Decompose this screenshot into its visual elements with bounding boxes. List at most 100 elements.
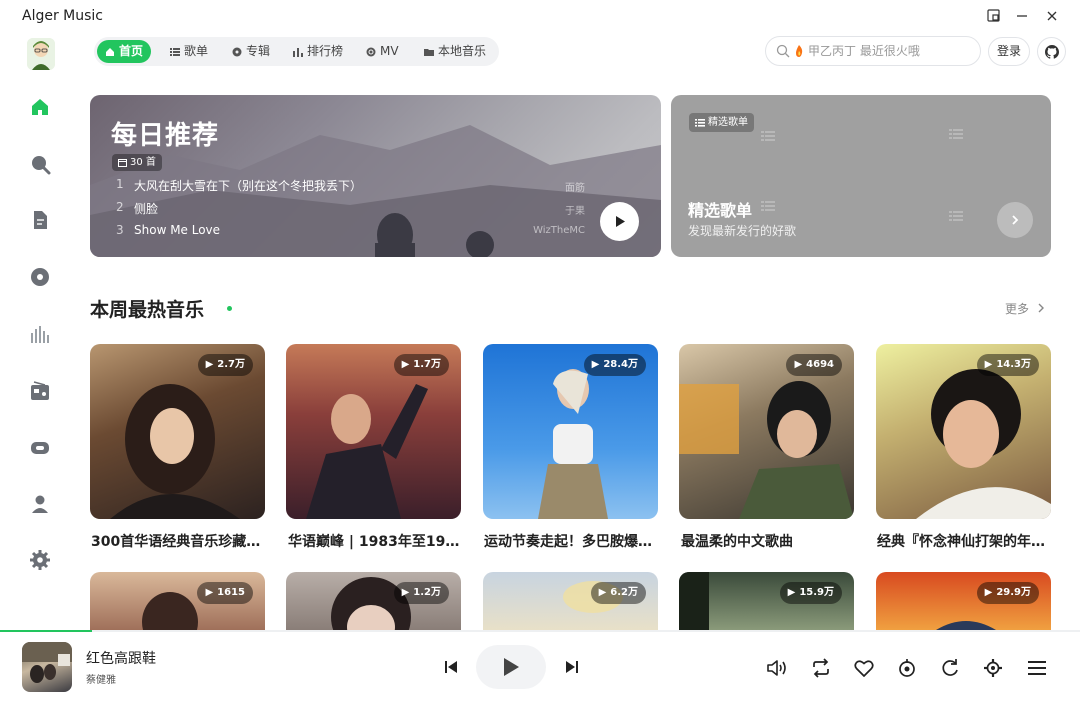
play-count-badge: ▶ 1.2万 xyxy=(393,582,449,604)
playlist-title[interactable]: 最温柔的中文歌曲 xyxy=(681,531,859,551)
playlist-card[interactable]: ▶ 28.4万 xyxy=(483,344,658,519)
tab-albums[interactable]: 专辑 xyxy=(224,40,278,63)
mini-mode-icon[interactable] xyxy=(982,8,1004,28)
more-link[interactable]: 更多 xyxy=(1005,300,1045,317)
equalizer-icon[interactable] xyxy=(28,322,52,346)
playlist-title[interactable]: 运动节奏走起！多巴胺爆… xyxy=(484,531,662,551)
play-count-badge: ▶ 4694 xyxy=(786,354,842,376)
tab-mv[interactable]: MV xyxy=(358,40,407,63)
radio-icon[interactable] xyxy=(28,379,52,403)
playlist-card[interactable]: ▶ 29.9万 xyxy=(876,572,1051,630)
sound-effect-button[interactable] xyxy=(895,656,919,680)
playlist-card[interactable]: ▶ 1615 xyxy=(90,572,265,630)
tab-label: 专辑 xyxy=(246,44,271,58)
play-count-badge: ▶ 6.2万 xyxy=(590,582,646,604)
github-icon[interactable] xyxy=(1037,37,1066,66)
tab-local-music[interactable]: 本地音乐 xyxy=(416,40,494,63)
calendar-icon xyxy=(118,159,127,167)
repeat-button[interactable] xyxy=(809,656,833,680)
volume-button[interactable] xyxy=(765,656,789,680)
heart-icon xyxy=(854,660,874,677)
track-count-badge: 30 首 xyxy=(112,154,162,171)
minimize-icon[interactable] xyxy=(1011,8,1033,28)
mv-icon xyxy=(366,47,376,56)
play-count-badge: ▶ 1615 xyxy=(197,582,253,604)
daily-track-row[interactable]: 1 大风在刮大雪在下（别在这个冬把我丢下） xyxy=(116,177,362,194)
daily-track-row[interactable]: 2 侧脸 xyxy=(116,200,158,217)
play-count-badge: ▶ 2.7万 xyxy=(197,354,253,376)
fire-icon xyxy=(796,44,803,57)
playlist-card[interactable]: ▶ 4694 xyxy=(679,344,854,519)
playlist-card[interactable]: ▶ 14.3万 xyxy=(876,344,1051,519)
playlist-menu-button[interactable] xyxy=(1025,656,1049,680)
playlist-card[interactable]: ▶ 6.2万 xyxy=(483,572,658,630)
skip-next-icon xyxy=(566,661,578,673)
picked-title: 精选歌单 xyxy=(688,201,753,220)
track-count: 30 首 xyxy=(130,157,156,168)
more-label: 更多 xyxy=(1005,302,1030,316)
close-icon[interactable] xyxy=(1041,8,1063,28)
now-playing-cover[interactable] xyxy=(22,642,72,692)
tab-label: 排行榜 xyxy=(307,44,344,58)
play-count-badge: ▶ 15.9万 xyxy=(779,582,842,604)
tab-home[interactable]: 首页 xyxy=(97,40,152,63)
list-icon xyxy=(170,47,180,56)
picked-playlist-card[interactable]: 精选歌单 精选歌单 发现最新发行的好歌 xyxy=(671,95,1051,257)
settings-icon[interactable] xyxy=(28,548,52,572)
user-icon[interactable] xyxy=(28,492,52,516)
daily-recommend-card[interactable]: 每日推荐 30 首 1 大风在刮大雪在下（别在这个冬把我丢下） 面筋 2 侧脸 … xyxy=(90,95,661,257)
menu-icon xyxy=(1028,661,1046,675)
play-count: 14.3万 xyxy=(996,359,1031,370)
track-name: 侧脸 xyxy=(134,202,159,216)
fm-icon xyxy=(899,659,915,677)
avatar[interactable] xyxy=(27,38,55,70)
now-playing-artist[interactable]: 蔡健雅 xyxy=(86,671,116,686)
like-button[interactable] xyxy=(852,656,876,680)
search-box[interactable] xyxy=(765,36,981,66)
picked-open-button[interactable] xyxy=(997,202,1033,238)
search-icon[interactable] xyxy=(28,152,52,176)
list-icon xyxy=(949,129,963,139)
playlist-card[interactable]: ▶ 1.7万 xyxy=(286,344,461,519)
play-count: 28.4万 xyxy=(603,359,638,370)
play-count: 2.7万 xyxy=(217,359,245,370)
play-count-badge: ▶ 1.7万 xyxy=(393,354,449,376)
chevron-right-icon xyxy=(1038,303,1044,313)
phone-icon[interactable] xyxy=(28,435,52,459)
folder-icon xyxy=(424,48,434,56)
play-count-badge: ▶ 28.4万 xyxy=(583,354,646,376)
playlist-title[interactable]: 300首华语经典音乐珍藏… xyxy=(91,531,269,551)
playlist-title[interactable]: 经典『怀念神仙打架的年… xyxy=(877,531,1055,551)
playlist-card[interactable]: ▶ 1.2万 xyxy=(286,572,461,630)
list-icon xyxy=(761,201,775,211)
top-nav: 首页 歌单 专辑 排行榜 MV 本地音乐 xyxy=(94,37,499,66)
tab-playlists[interactable]: 歌单 xyxy=(162,40,216,63)
picked-badge-label: 精选歌单 xyxy=(708,117,748,128)
playlist-title[interactable]: 华语巅峰 | 1983年至199… xyxy=(288,531,466,551)
tab-label: MV xyxy=(380,44,399,58)
home-icon[interactable] xyxy=(28,95,52,119)
track-artist: 面筋 xyxy=(565,183,585,194)
track-name: Show Me Love xyxy=(134,223,221,237)
playlist-card[interactable]: ▶ 2.7万 xyxy=(90,344,265,519)
playlist-card[interactable]: ▶ 15.9万 xyxy=(679,572,854,630)
daily-track-row[interactable]: 3 Show Me Love xyxy=(116,223,220,237)
document-icon[interactable] xyxy=(28,208,52,232)
player-settings-button[interactable] xyxy=(981,656,1005,680)
refresh-button[interactable] xyxy=(938,656,962,680)
now-playing-title[interactable]: 红色高跟鞋 xyxy=(86,648,156,668)
play-button[interactable] xyxy=(476,645,546,689)
chart-icon xyxy=(293,47,303,57)
disc-icon[interactable] xyxy=(28,265,52,289)
play-count: 15.9万 xyxy=(799,587,834,598)
play-count-badge: ▶ 29.9万 xyxy=(976,582,1039,604)
home-icon xyxy=(106,47,114,56)
next-button[interactable] xyxy=(561,656,583,678)
track-number: 3 xyxy=(116,223,124,237)
tab-charts[interactable]: 排行榜 xyxy=(285,40,351,63)
search-input[interactable] xyxy=(808,44,958,58)
login-button[interactable]: 登录 xyxy=(988,37,1030,66)
previous-button[interactable] xyxy=(440,656,462,678)
play-count: 1615 xyxy=(217,587,245,598)
daily-play-button[interactable] xyxy=(600,202,639,241)
